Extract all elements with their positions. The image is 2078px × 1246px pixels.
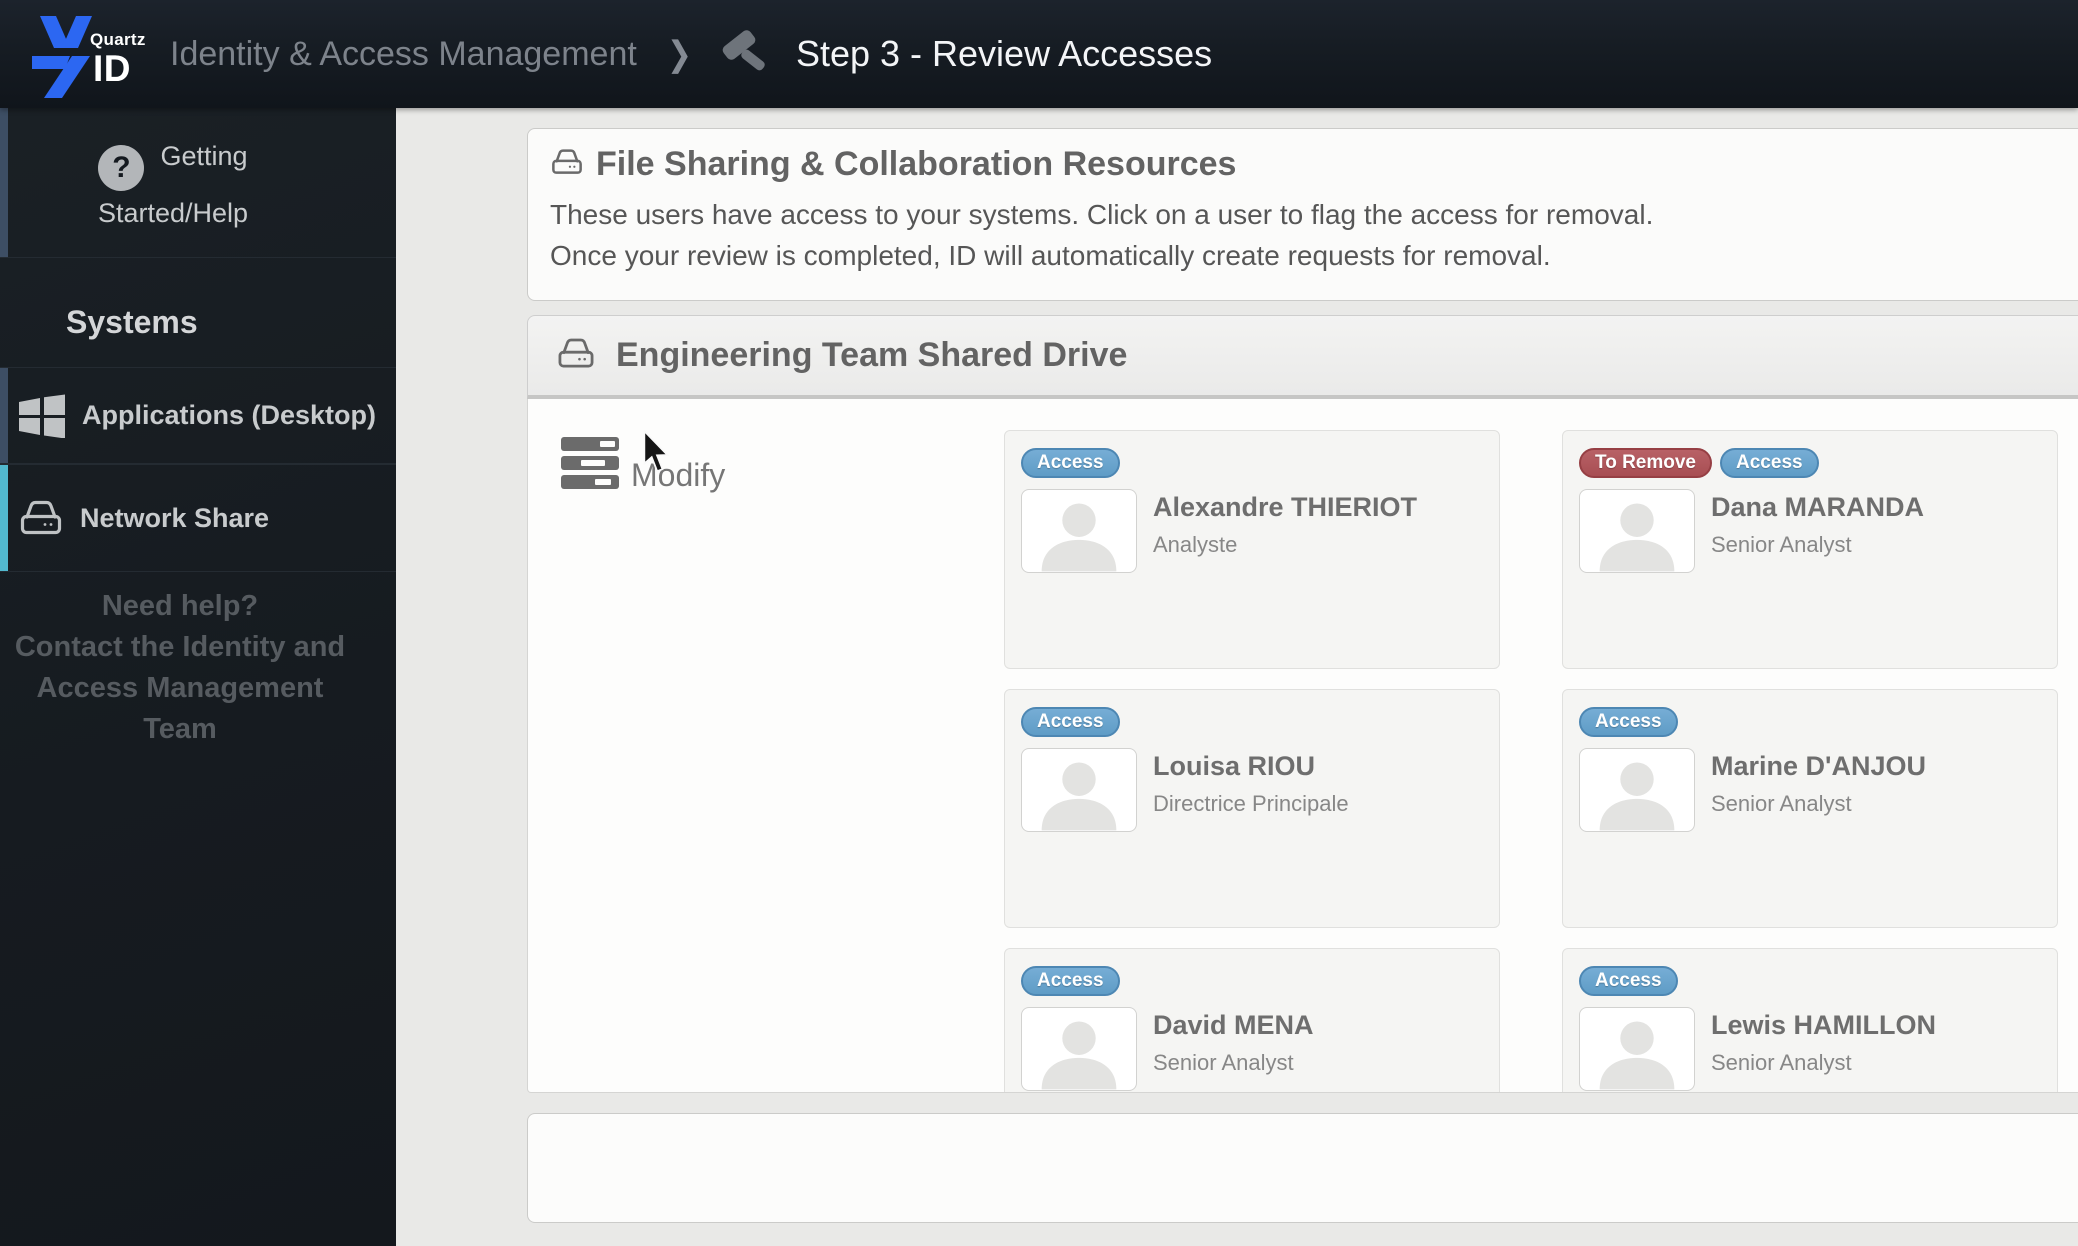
- sidebar-section-title: Systems: [66, 304, 198, 340]
- user-title: Analyste: [1153, 532, 1238, 557]
- sidebar-item-label: Network Share: [80, 502, 270, 533]
- access-badge: Access: [1720, 448, 1819, 478]
- brand-product: ID: [93, 48, 131, 89]
- user-name: Lewis HAMILLON: [1711, 1010, 1937, 1040]
- user-title: Senior Analyst: [1153, 1050, 1294, 1075]
- quartz-logo-icon: [32, 16, 92, 98]
- drive-icon: [550, 148, 584, 181]
- sidebar-item-label: Applications (Desktop): [82, 400, 377, 430]
- person-silhouette-icon: [1599, 503, 1675, 572]
- main-content: File Sharing & Collaboration Resources T…: [396, 108, 2078, 1246]
- badge-row: To Remove Access: [1579, 448, 2041, 478]
- gavel-icon: [718, 29, 770, 79]
- server-stack-icon: [561, 437, 621, 496]
- badge-row: Access: [1579, 966, 2041, 996]
- user-title: Directrice Principale: [1153, 791, 1349, 816]
- system-panel: Engineering Team Shared Drive Modify Acc…: [527, 315, 2078, 1093]
- badge-row: Access: [1021, 707, 1483, 737]
- avatar: [1021, 1007, 1137, 1091]
- avatar: [1579, 748, 1695, 832]
- avatar: [1021, 489, 1137, 573]
- sidebar-item-network-share[interactable]: Network Share: [0, 464, 396, 572]
- intro-panel-title: File Sharing & Collaboration Resources: [596, 145, 1237, 183]
- brand-name: Quartz: [90, 30, 146, 49]
- user-name: Dana MARANDA: [1711, 492, 1925, 522]
- user-title: Senior Analyst: [1711, 1050, 1852, 1075]
- person-silhouette-icon: [1041, 1021, 1117, 1090]
- sidebar-item-getting-started-help[interactable]: ? Getting Started/Help: [0, 108, 396, 258]
- user-card-grid: Access Alexandre THIERIOT Analyste To Re…: [1004, 430, 2058, 1092]
- breadcrumb[interactable]: Identity & Access Management: [170, 35, 637, 74]
- user-card[interactable]: Access Marine D'ANJOU Senior Analyst: [1562, 689, 2058, 928]
- access-badge: Access: [1579, 966, 1678, 996]
- user-name: Marine D'ANJOU: [1711, 751, 1926, 781]
- user-card[interactable]: To Remove Access Dana MARANDA Senior Anal…: [1562, 430, 2058, 669]
- user-card[interactable]: Access Louisa RIOU Directrice Principale: [1004, 689, 1500, 928]
- question-circle-icon: ?: [98, 145, 145, 191]
- access-badge: Access: [1579, 707, 1678, 737]
- drive-icon: [556, 337, 596, 375]
- user-name: Louisa RIOU: [1153, 751, 1316, 781]
- intro-panel: File Sharing & Collaboration Resources T…: [527, 128, 2078, 301]
- to-remove-badge: To Remove: [1579, 448, 1713, 478]
- system-panel-title: Engineering Team Shared Drive: [616, 336, 1128, 374]
- person-silhouette-icon: [1041, 762, 1117, 831]
- chevron-right-icon: ❯: [666, 35, 692, 73]
- help-note-line2: Contact the Identity and Access Manageme…: [14, 631, 346, 745]
- access-group-modify: Modify: [561, 437, 725, 496]
- avatar: [1021, 748, 1137, 832]
- user-title: Senior Analyst: [1711, 532, 1852, 557]
- badge-row: Access: [1579, 707, 2041, 737]
- user-card[interactable]: Access Alexandre THIERIOT Analyste: [1004, 430, 1500, 669]
- access-badge: Access: [1021, 448, 1120, 478]
- system-panel-body: Modify Access Alexandre THIERIOT Analyst…: [527, 399, 2078, 1093]
- quartz-id-logo[interactable]: Quartz ID: [16, 8, 164, 100]
- network-drive-icon: [18, 499, 64, 537]
- access-badge: Access: [1021, 966, 1120, 996]
- badge-row: Access: [1021, 966, 1483, 996]
- access-badge: Access: [1021, 707, 1120, 737]
- empty-bottom-panel: [527, 1113, 2078, 1223]
- access-group-label: Modify: [631, 457, 726, 493]
- sidebar: ? Getting Started/Help Systems Applicatio…: [0, 108, 396, 1246]
- avatar: [1579, 1007, 1695, 1091]
- top-navbar: Quartz ID Identity & Access Management ❯…: [0, 0, 2078, 108]
- system-panel-header: Engineering Team Shared Drive: [527, 315, 2078, 399]
- intro-description-line2: Once your review is completed, ID will a…: [550, 240, 1551, 271]
- sidebar-help-note: Need help? Contact the Identity and Acce…: [0, 586, 396, 750]
- person-silhouette-icon: [1599, 762, 1675, 831]
- user-name: Alexandre THIERIOT: [1153, 492, 1418, 522]
- user-name: David MENA: [1153, 1010, 1314, 1040]
- badge-row: Access: [1021, 448, 1483, 478]
- avatar: [1579, 489, 1695, 573]
- windows-icon: [18, 394, 66, 438]
- user-card[interactable]: Access David MENA Senior Analyst: [1004, 948, 1500, 1092]
- user-title: Senior Analyst: [1711, 791, 1852, 816]
- help-note-line1: Need help?: [101, 590, 259, 622]
- intro-description-line1: These users have access to your systems.…: [550, 199, 1654, 230]
- sidebar-item-applications-desktop[interactable]: Applications (Desktop): [0, 367, 396, 464]
- person-silhouette-icon: [1599, 1021, 1675, 1090]
- user-card[interactable]: Access Lewis HAMILLON Senior Analyst: [1562, 948, 2058, 1092]
- person-silhouette-icon: [1041, 503, 1117, 572]
- page-title: Step 3 - Review Accesses: [795, 33, 1213, 74]
